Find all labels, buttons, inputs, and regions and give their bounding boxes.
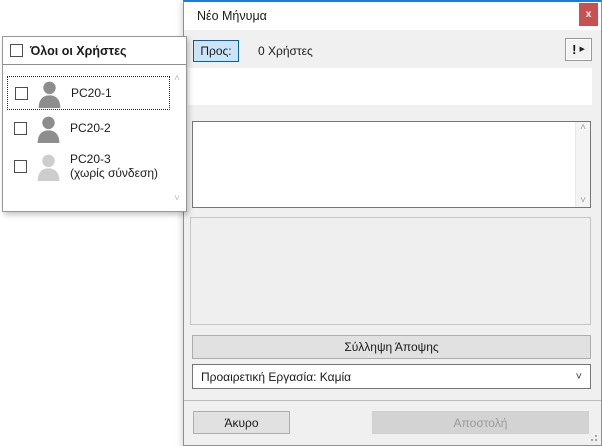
user-name: PC20-1: [71, 86, 112, 100]
user-icon-offline: [37, 154, 60, 181]
list-item[interactable]: PC20-3 (χωρίς σύνδεση): [7, 146, 170, 186]
message-input[interactable]: ˄ ˅: [192, 121, 591, 208]
user-name: PC20-3 (χωρίς σύνδεση): [70, 152, 158, 180]
footer-separator: [184, 400, 601, 401]
priority-button[interactable]: ! ▶: [565, 38, 592, 61]
chevron-down-icon: ˅: [575, 370, 582, 383]
user-status: (χωρίς σύνδεση): [70, 166, 159, 180]
select-all-checkbox[interactable]: [10, 44, 23, 57]
optional-task-dropdown[interactable]: Προαιρετική Εργασία: Καμία ˅: [192, 364, 591, 389]
recipients-count: 0 Χρήστες: [258, 44, 313, 58]
screen: Νέο Μήνυμα x Προς: 0 Χρήστες ! ▶ ˄ ˅ Σύλ…: [0, 0, 602, 446]
send-label: Αποστολή: [453, 415, 508, 430]
exclamation-icon: !: [572, 42, 577, 57]
message-text: [197, 124, 572, 205]
resize-grip[interactable]: [589, 433, 597, 441]
user-icon: [38, 81, 61, 108]
user-checkbox[interactable]: [14, 159, 27, 173]
user-checkbox[interactable]: [15, 86, 28, 100]
user-name: PC20-2: [70, 121, 111, 135]
new-message-dialog: Νέο Μήνυμα x Προς: 0 Χρήστες ! ▶ ˄ ˅ Σύλ…: [183, 0, 602, 446]
to-button-label: Προς:: [200, 44, 232, 58]
scroll-down-icon[interactable]: ˅: [170, 193, 184, 205]
scroll-up-icon[interactable]: ˄: [170, 73, 184, 85]
user-list-scrollbar[interactable]: ˄ ˅: [170, 73, 184, 205]
list-item[interactable]: PC20-1: [7, 76, 170, 110]
capture-view-button[interactable]: Σύλληψη Άποψης: [192, 335, 591, 359]
recipients-display[interactable]: [188, 68, 592, 105]
select-all-label: Όλοι οι Χρήστες: [30, 43, 127, 58]
user-checkbox[interactable]: [14, 121, 27, 135]
send-button[interactable]: Αποστολή: [372, 411, 589, 434]
optional-task-value: Προαιρετική Εργασία: Καμία: [201, 369, 352, 384]
message-scrollbar[interactable]: ˄ ˅: [575, 122, 590, 207]
scroll-down-icon[interactable]: ˅: [576, 195, 590, 207]
cancel-label: Άκυρο: [224, 415, 259, 430]
close-icon[interactable]: x: [579, 3, 598, 26]
scroll-up-icon[interactable]: ˄: [576, 122, 590, 134]
capture-view-label: Σύλληψη Άποψης: [344, 340, 439, 354]
arrow-right-icon: ▶: [579, 46, 585, 53]
select-all-row[interactable]: Όλοι οι Χρήστες: [3, 37, 186, 65]
page-title: Νέο Μήνυμα: [197, 9, 267, 23]
to-button[interactable]: Προς:: [193, 40, 239, 62]
user-list: PC20-1 PC20-2 PC20-3 (χωρίς σύνδεση) ˄ ˅: [3, 65, 186, 211]
screenshot-preview-area: [190, 217, 591, 325]
user-select-panel: Όλοι οι Χρήστες PC20-1 PC20-2 PC20-3 (χω…: [2, 36, 187, 212]
titlebar[interactable]: Νέο Μήνυμα x: [184, 2, 601, 30]
user-icon: [37, 116, 60, 143]
cancel-button[interactable]: Άκυρο: [193, 411, 290, 434]
list-item[interactable]: PC20-2: [7, 111, 170, 145]
user-name-text: PC20-3: [70, 152, 111, 166]
